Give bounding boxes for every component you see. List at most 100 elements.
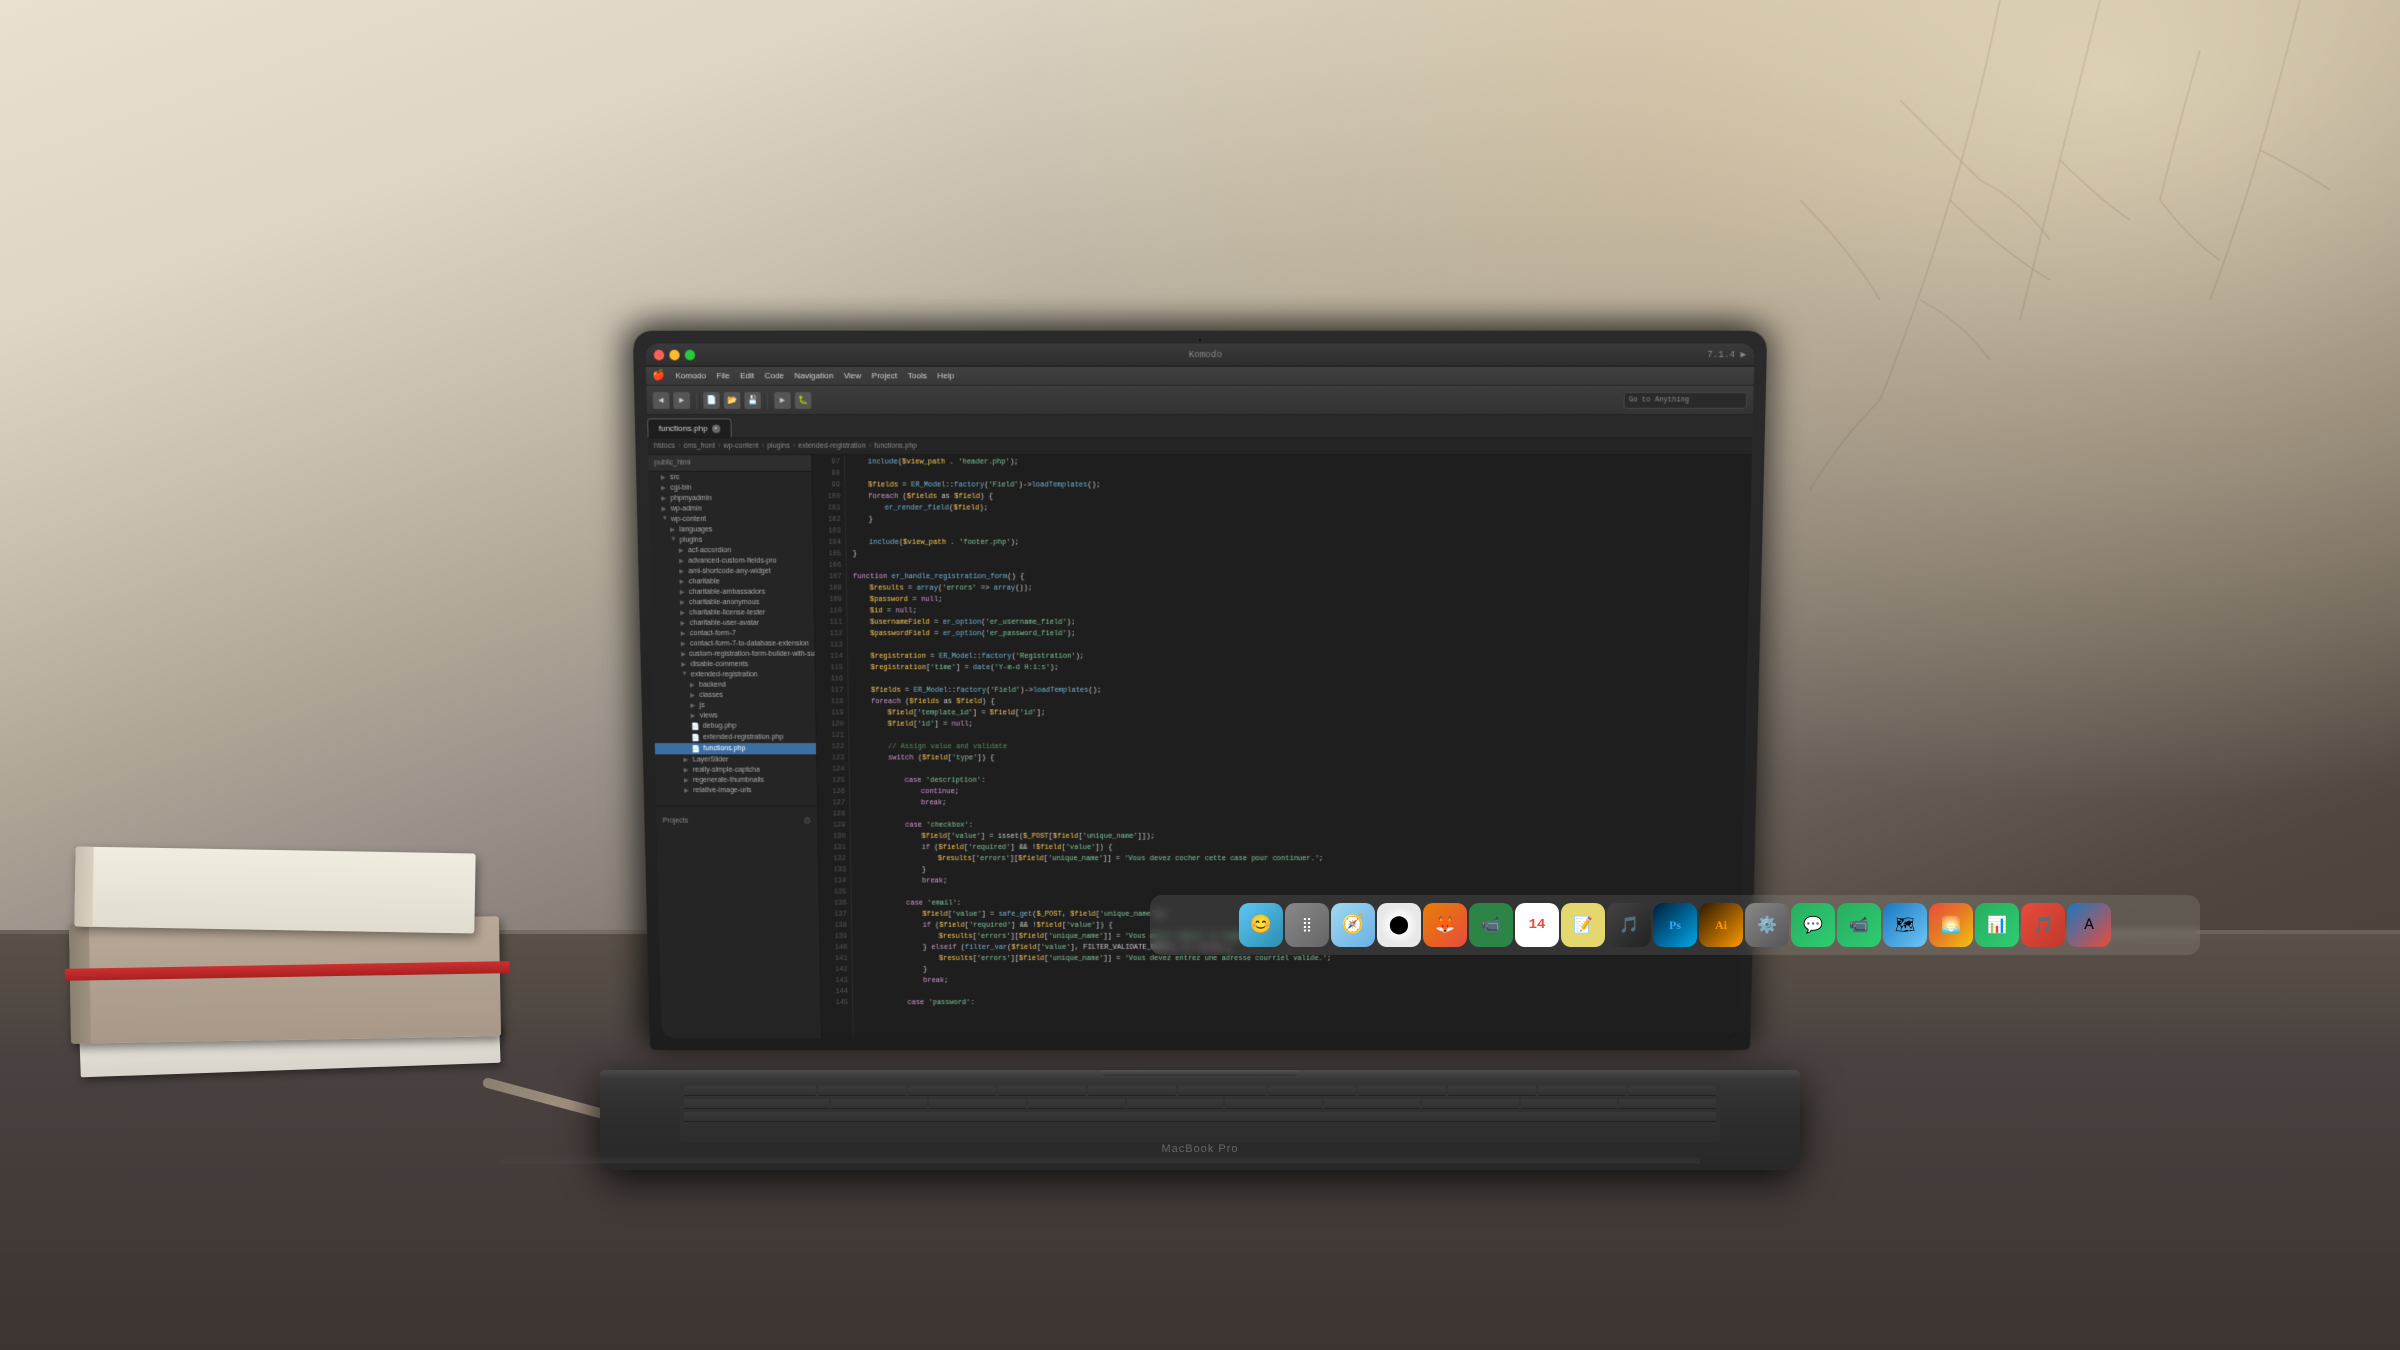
projects-panel: Projects ⚙ xyxy=(656,805,817,835)
tree-item-avatar[interactable]: ▶charitable-user-avatar xyxy=(652,618,814,628)
active-tab[interactable]: functions.php × xyxy=(647,418,731,437)
menu-komodo[interactable]: Komodo xyxy=(675,371,706,381)
tree-item-license[interactable]: ▶charitable-license-tester xyxy=(652,607,814,617)
tree-item-debug[interactable]: 📄debug.php xyxy=(654,721,815,732)
tree-item-relative-image[interactable]: ▶relative-image-urls xyxy=(656,785,817,795)
dock-icon-firefox[interactable]: 🦊 xyxy=(1423,903,1467,947)
dock-icon-finder[interactable]: 😊 xyxy=(1239,903,1283,947)
dock-icon-messages[interactable]: 💬 xyxy=(1791,903,1835,947)
search-text: Go to Anything xyxy=(1629,396,1690,404)
tab-close-btn[interactable]: × xyxy=(712,424,720,432)
dock-icon-itunes[interactable]: 🎵 xyxy=(1607,903,1651,947)
tree-item-wpadmin[interactable]: ▶wp-admin xyxy=(649,503,812,513)
breadcrumb-wp: wp-content xyxy=(723,443,758,450)
tree-item-src[interactable]: ▶src xyxy=(648,472,811,482)
key-k xyxy=(1521,1099,1618,1109)
dock-icon-chrome[interactable]: ⬤ xyxy=(1377,903,1421,947)
tree-item-custom-reg[interactable]: ▶custom-registration-form-builder-with-s… xyxy=(653,649,815,659)
dock-icon-notes[interactable]: 📝 xyxy=(1561,903,1605,947)
tree-item-ext-reg[interactable]: ▼extended-registration xyxy=(653,669,815,679)
key-f xyxy=(1127,1099,1224,1109)
keyboard-rows xyxy=(680,1082,1720,1126)
status-bar-right: 7.1.4 ▶ xyxy=(1707,349,1746,360)
dock-icon-calendar[interactable]: 14 xyxy=(1515,903,1559,947)
menu-code[interactable]: Code xyxy=(764,371,784,381)
menu-file[interactable]: File xyxy=(716,371,729,381)
tree-item-acf-accordion[interactable]: ▶acf-accordion xyxy=(650,545,813,555)
search-bar[interactable]: Go to Anything xyxy=(1624,392,1748,409)
maximize-button[interactable] xyxy=(685,349,696,360)
minimize-button[interactable] xyxy=(669,349,680,360)
tree-item-js[interactable]: ▶js xyxy=(654,700,816,710)
key-g xyxy=(1225,1099,1322,1109)
laptop-camera xyxy=(1197,337,1202,342)
dock-icon-music[interactable]: 🎵 xyxy=(2021,903,2065,947)
tree-item-acf-fields[interactable]: ▶advanced-custom-fields-pro xyxy=(650,555,813,565)
new-file-btn[interactable]: 📄 xyxy=(703,392,720,409)
menu-project[interactable]: Project xyxy=(872,371,898,381)
sep3: › xyxy=(761,442,765,450)
tree-item-cf7db[interactable]: ▶contact-form-7-to-database-extension xyxy=(652,638,814,648)
open-btn[interactable]: 📂 xyxy=(724,392,741,409)
sep1 xyxy=(696,392,697,409)
tree-item-layerslider[interactable]: ▶LayerSlider xyxy=(655,754,816,764)
tree-item-wpcontent[interactable]: ▼wp-content xyxy=(649,514,812,524)
forward-btn[interactable]: ▶ xyxy=(673,392,690,409)
projects-settings[interactable]: ⚙ xyxy=(803,816,811,827)
dock-icon-photoshop[interactable]: Ps xyxy=(1653,903,1697,947)
keyboard-row-3 xyxy=(684,1112,1716,1122)
key-w xyxy=(908,1086,996,1096)
menu-help[interactable]: Help xyxy=(937,371,954,381)
tree-item-ext-reg-php[interactable]: 📄extended-registration.php xyxy=(655,732,816,743)
tree-item-regenerate[interactable]: ▶regenerate-thumbnails xyxy=(656,775,817,785)
debug-btn[interactable]: 🐛 xyxy=(795,392,812,409)
menu-tools[interactable]: Tools xyxy=(908,371,927,381)
run-btn[interactable]: ▶ xyxy=(774,392,791,409)
tree-item-disable-comments[interactable]: ▶disable-comments xyxy=(653,659,815,669)
tree-item-charitable[interactable]: ▶charitable xyxy=(651,576,813,586)
breadcrumb-htdocs: htdocs xyxy=(654,443,675,450)
tree-item-classes[interactable]: ▶classes xyxy=(654,690,816,700)
tree-item-really-simple[interactable]: ▶really-simple-captcha xyxy=(655,765,816,775)
tree-item-anon[interactable]: ▶charitable-anonymous xyxy=(651,597,813,607)
dock-icon-photos[interactable]: 🌅 xyxy=(1929,903,1973,947)
book-top-spine xyxy=(74,847,93,927)
traffic-lights xyxy=(654,349,695,360)
save-btn[interactable]: 💾 xyxy=(744,392,761,409)
apple-menu[interactable]: 🍎 xyxy=(652,369,665,382)
dock-icon-launchpad[interactable]: ⣿ xyxy=(1285,903,1329,947)
tree-item-ambassadors[interactable]: ▶charitable-ambassadors xyxy=(651,587,813,597)
tree-item-plugins[interactable]: ▼plugins xyxy=(650,535,813,545)
tree-item-ami[interactable]: ▶ami-shortcode-any-widget xyxy=(651,566,814,576)
menu-bar[interactable]: 🍎 Komodo File Edit Code Navigation View … xyxy=(646,367,1754,386)
dock-icon-appstore[interactable]: A xyxy=(2067,903,2111,947)
dock-icon-safari[interactable]: 🧭 xyxy=(1331,903,1375,947)
close-button[interactable] xyxy=(654,349,665,360)
key-y xyxy=(1268,1086,1356,1096)
breadcrumb-bar: htdocs › cms_front › wp-content › plugin… xyxy=(648,438,1753,455)
dock-icon-facetime2[interactable]: 📹 xyxy=(1837,903,1881,947)
laptop-brand-text: MacBook Pro xyxy=(1161,1143,1238,1155)
tree-item-cgi[interactable]: ▶cgi-bin xyxy=(649,482,812,492)
menu-view[interactable]: View xyxy=(844,371,862,381)
dock-icon-maps[interactable]: 🗺 xyxy=(1883,903,1927,947)
dock-icon-system-preferences[interactable]: ⚙️ xyxy=(1745,903,1789,947)
dock-icon-facetime[interactable]: 📹 xyxy=(1469,903,1513,947)
menu-navigation[interactable]: Navigation xyxy=(794,371,833,381)
tree-header-label: public_html xyxy=(654,459,690,466)
tree-item-phpmyadmin[interactable]: ▶phpmyadmin xyxy=(649,493,812,503)
dock-icon-illustrator[interactable]: Ai xyxy=(1699,903,1743,947)
tree-item-functions[interactable]: 📄functions.php xyxy=(655,743,816,754)
laptop-hinge xyxy=(1100,1070,1300,1076)
back-btn[interactable]: ◀ xyxy=(653,392,670,409)
tree-item-cf7[interactable]: ▶contact-form-7 xyxy=(652,628,814,638)
tree-item-views[interactable]: ▶views xyxy=(654,710,816,720)
toolbar: ◀ ▶ 📄 📂 💾 ▶ 🐛 Go to Anything xyxy=(646,386,1753,416)
dock-icon-numbers[interactable]: 📊 xyxy=(1975,903,2019,947)
tree-item-backend[interactable]: ▶backend xyxy=(653,679,815,689)
tab-bar: functions.php × xyxy=(647,415,1753,438)
menu-edit[interactable]: Edit xyxy=(740,371,754,381)
sep2 xyxy=(767,392,768,409)
key-i xyxy=(1448,1086,1536,1096)
tree-item-languages[interactable]: ▶languages xyxy=(650,524,813,534)
